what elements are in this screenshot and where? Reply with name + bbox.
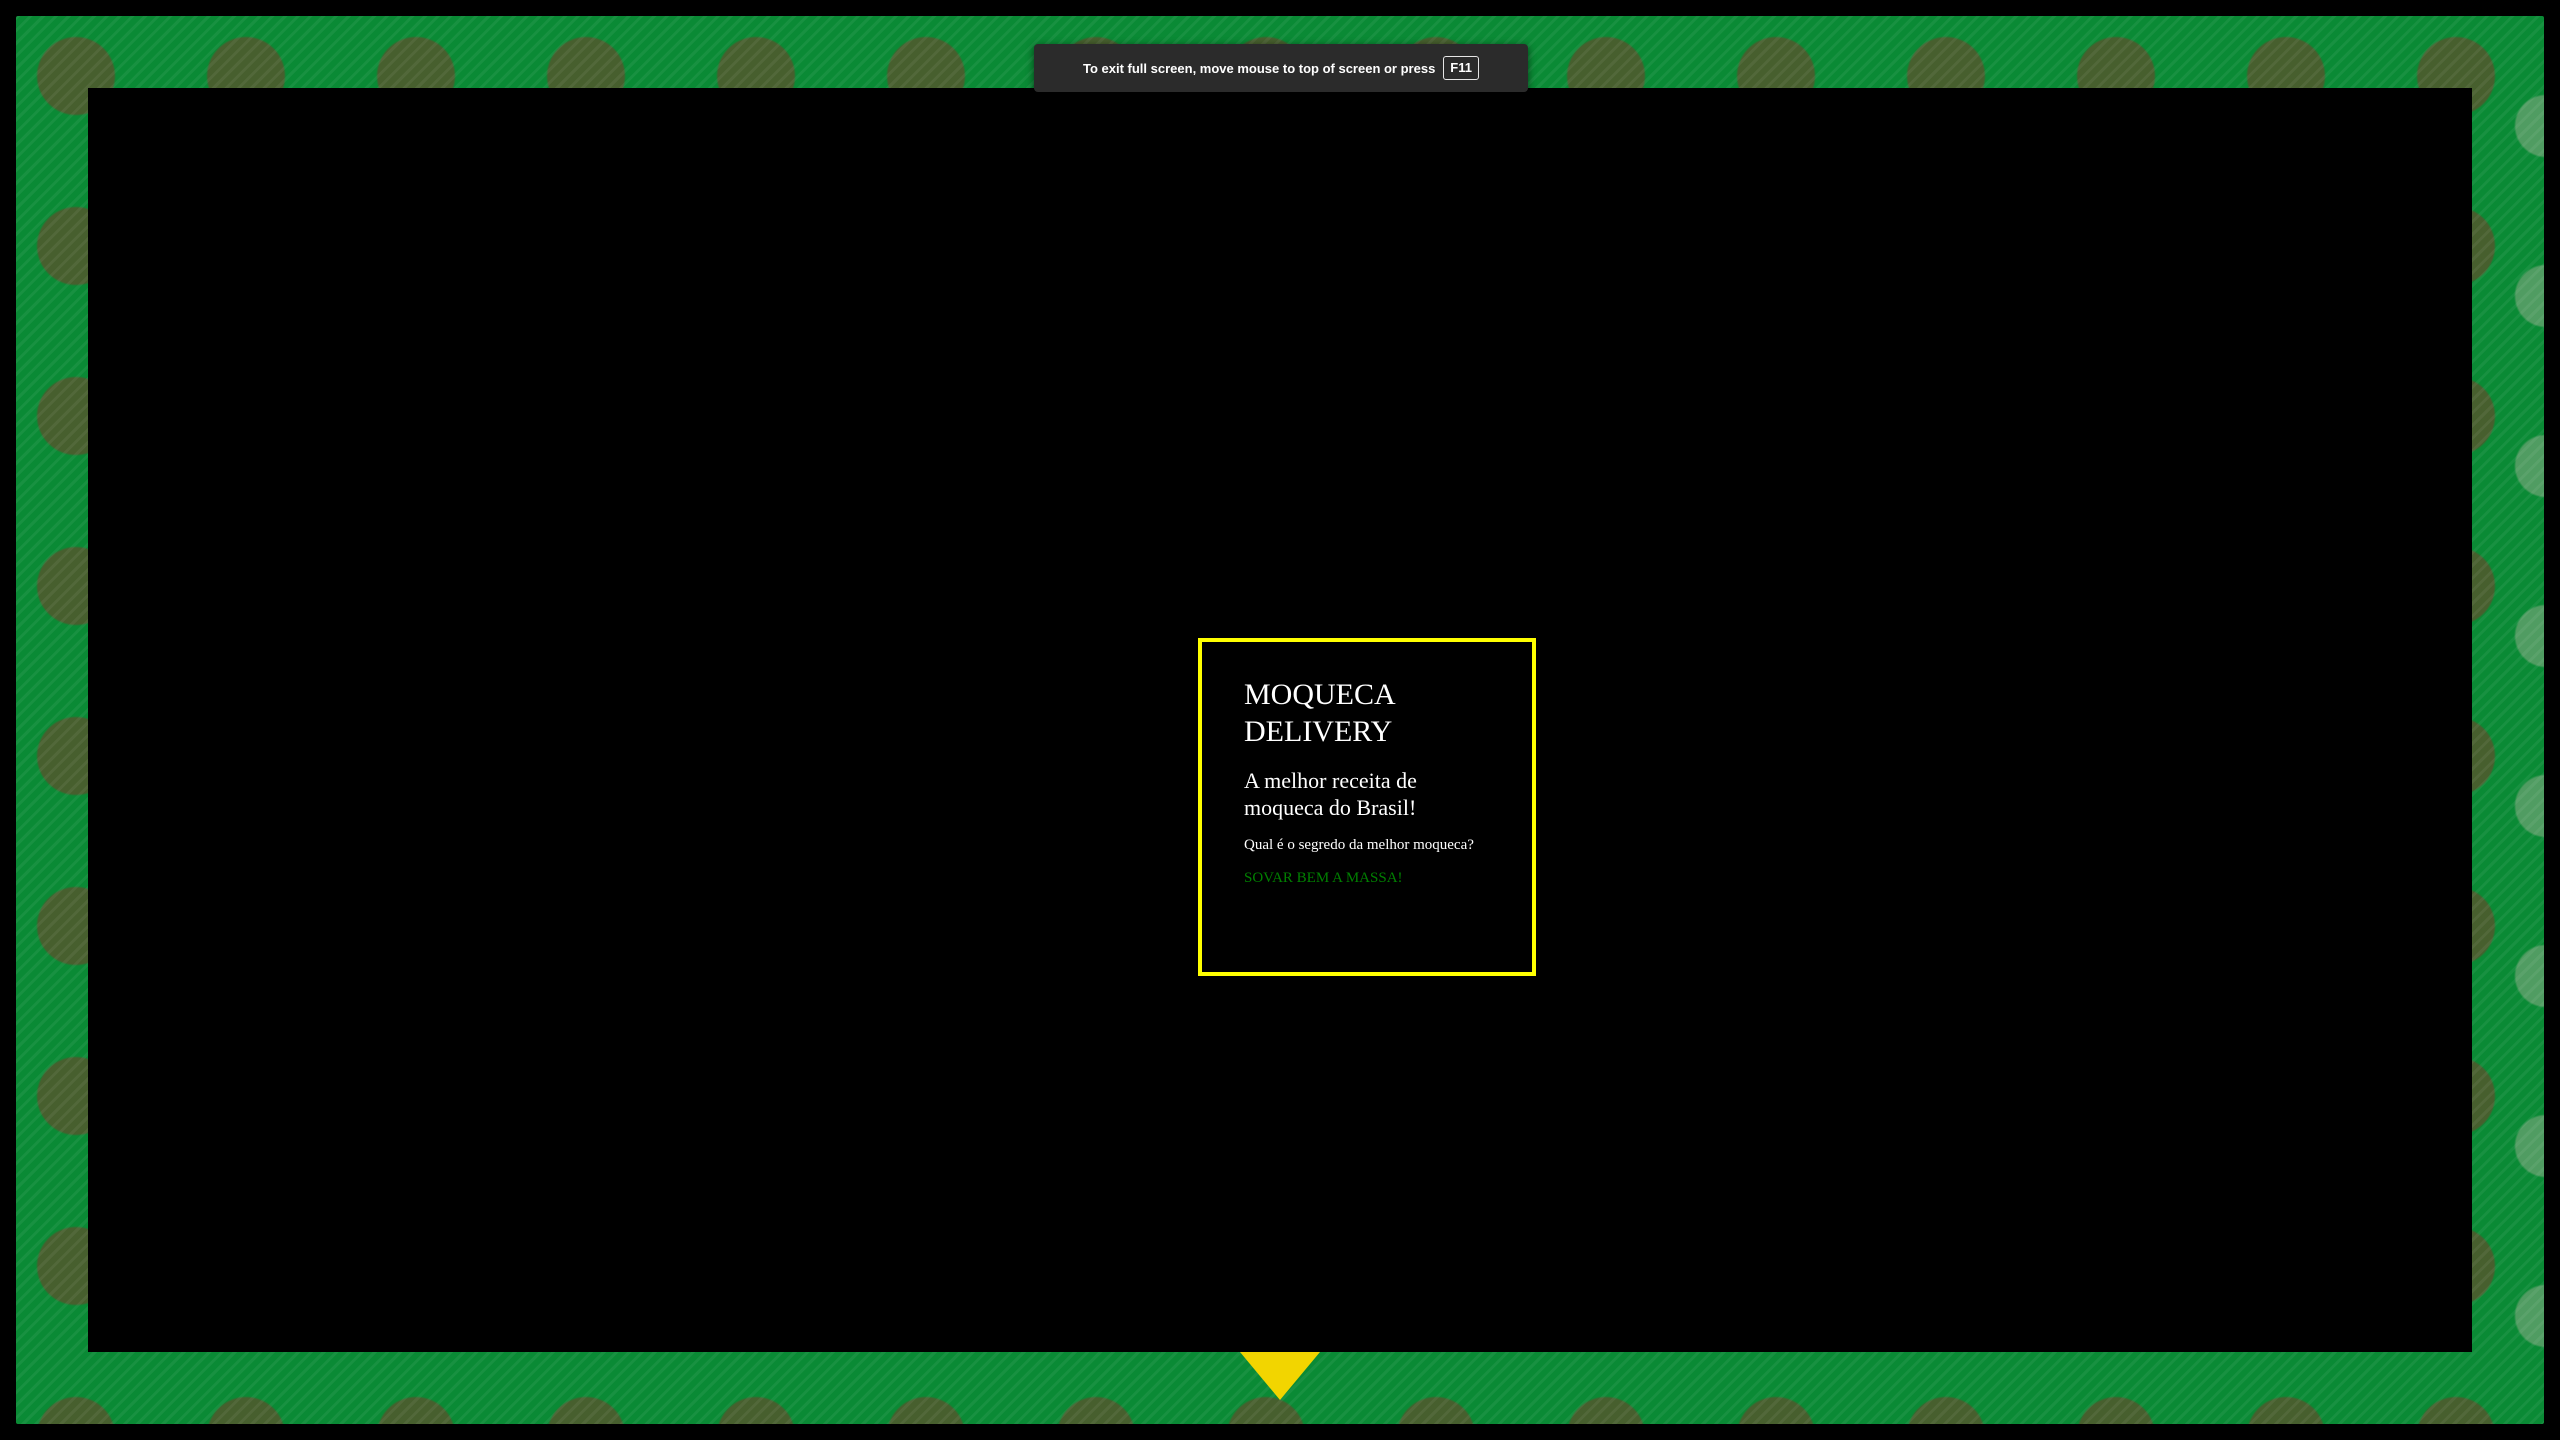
fullscreen-browser-window: MOQUECA DELIVERY A melhor receita de moq… [0,0,2560,1440]
card-answer: SOVAR BEM A MASSA! [1244,870,1403,886]
page-viewport: MOQUECA DELIVERY A melhor receita de moq… [88,88,2472,1352]
card-title: MOQUECA DELIVERY [1244,678,1395,748]
f11-key-badge: F11 [1443,56,1479,80]
fullscreen-hint-text: To exit full screen, move mouse to top o… [1083,60,1436,76]
card-question: Qual é o segredo da melhor moqueca? [1244,837,1474,853]
card-subtitle: A melhor receita de moqueca do Brasil! [1244,768,1417,820]
card-content: MOQUECA DELIVERY A melhor receita de moq… [1244,676,1512,888]
fullscreen-exit-hint: To exit full screen, move mouse to top o… [1034,44,1528,92]
moqueca-card: MOQUECA DELIVERY A melhor receita de moq… [1198,638,1536,976]
